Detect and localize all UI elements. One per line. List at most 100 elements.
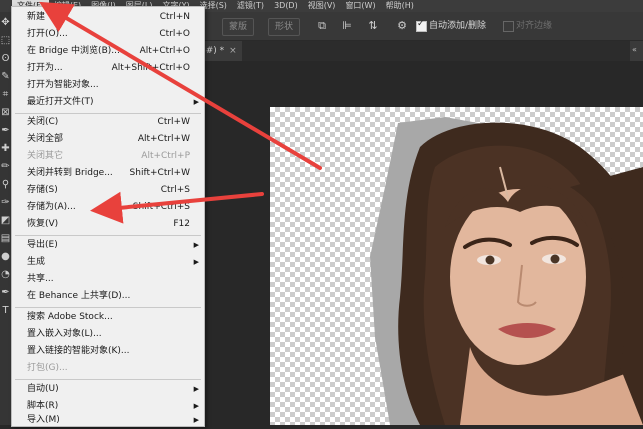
submenu-arrow-icon: ▶	[193, 416, 199, 424]
document-canvas[interactable]	[270, 107, 643, 425]
menu-item-shortcut: Ctrl+N	[159, 12, 190, 22]
menu-item-close-others[interactable]: 关闭其它 Alt+Ctrl+P	[12, 148, 204, 165]
menu-item-shortcut: Alt+Shift+Ctrl+O	[111, 63, 190, 73]
menu-item-label: 置入链接的智能对象(K)...	[27, 346, 130, 356]
submenu-arrow-icon: ▶	[193, 258, 199, 266]
menu-item-label: 存储(S)	[27, 185, 58, 195]
menu-item-label: 打开(O)...	[27, 29, 68, 39]
eyedropper-tool-icon[interactable]: ✒	[0, 124, 11, 138]
menu-window[interactable]: 窗口(W)	[340, 0, 380, 12]
path-arrangement-icon[interactable]: ⇅	[366, 19, 380, 33]
menu-item-recent-files[interactable]: 最近打开文件(T) ▶	[12, 94, 204, 111]
type-tool-icon[interactable]: T	[0, 304, 11, 318]
file-menu-dropdown: 新建 Ctrl+N 打开(O)... Ctrl+O 在 Bridge 中浏览(B…	[11, 6, 205, 427]
menu-item-revert[interactable]: 恢复(V) F12	[12, 216, 204, 233]
menu-item-label: 存储为(A)...	[27, 202, 76, 212]
menu-3d[interactable]: 3D(D)	[269, 0, 303, 12]
close-icon[interactable]: ×	[229, 46, 237, 56]
menu-item-shortcut: Ctrl+O	[159, 29, 190, 39]
menu-item-label: 关闭全部	[27, 134, 64, 144]
path-alignment-icon[interactable]: ⊫	[340, 19, 354, 33]
menu-item-label: 在 Bridge 中浏览(B)...	[27, 46, 120, 56]
menu-item-import[interactable]: 导入(M) ▶	[12, 412, 204, 429]
menu-item-shortcut: F12	[173, 219, 190, 229]
menu-filter[interactable]: 滤镜(T)	[232, 0, 269, 12]
menu-item-open-as[interactable]: 打开为... Alt+Shift+Ctrl+O	[12, 60, 204, 77]
menu-item-search-adobe-stock[interactable]: 搜索 Adobe Stock...	[12, 309, 204, 326]
align-edges-checkbox[interactable]	[503, 21, 514, 32]
menu-item-new[interactable]: 新建 Ctrl+N	[12, 9, 204, 26]
auto-add-delete-label: 自动添加/删除	[429, 21, 487, 31]
menu-item-label: 打开为...	[27, 63, 63, 73]
move-tool-icon[interactable]: ✥	[0, 16, 11, 30]
menu-item-share[interactable]: 共享...	[12, 271, 204, 288]
menu-item-save-as[interactable]: 存储为(A)... Shift+Ctrl+S	[12, 199, 204, 216]
frame-tool-icon[interactable]: ⊠	[0, 106, 11, 120]
submenu-arrow-icon: ▶	[193, 241, 199, 249]
menu-item-share-on-behance[interactable]: 在 Behance 上共享(D)...	[12, 288, 204, 305]
marquee-tool-icon[interactable]: ⬚	[0, 34, 11, 48]
menu-separator	[15, 379, 201, 380]
gradient-tool-icon[interactable]: ▤	[0, 232, 11, 246]
crop-tool-icon[interactable]: ⌗	[0, 88, 11, 102]
submenu-arrow-icon: ▶	[193, 385, 199, 393]
submenu-arrow-icon: ▶	[193, 98, 199, 106]
menu-item-label: 导出(E)	[27, 240, 58, 250]
menu-item-label: 搜索 Adobe Stock...	[27, 312, 113, 322]
menu-item-browse-in-bridge[interactable]: 在 Bridge 中浏览(B)... Alt+Ctrl+O	[12, 43, 204, 60]
lasso-tool-icon[interactable]: ʘ	[0, 52, 11, 66]
menu-item-label: 关闭(C)	[27, 117, 59, 127]
shape-button[interactable]: 形状	[268, 18, 301, 36]
menu-item-shortcut: Shift+Ctrl+S	[132, 202, 190, 212]
menu-item-place-linked[interactable]: 置入链接的智能对象(K)...	[12, 343, 204, 360]
menu-help[interactable]: 帮助(H)	[381, 0, 419, 12]
blur-tool-icon[interactable]: ●	[0, 250, 11, 264]
menu-item-label: 自动(U)	[27, 384, 59, 394]
menu-item-automate[interactable]: 自动(U) ▶	[12, 381, 204, 398]
menu-item-label: 打开为智能对象...	[27, 80, 99, 90]
menu-item-shortcut: Shift+Ctrl+W	[129, 168, 190, 178]
menu-item-close[interactable]: 关闭(C) Ctrl+W	[12, 114, 204, 131]
menu-item-export[interactable]: 导出(E) ▶	[12, 237, 204, 254]
menu-item-generate[interactable]: 生成 ▶	[12, 254, 204, 271]
brush-tool-icon[interactable]: ✏	[0, 160, 11, 174]
chevron-left-icon[interactable]: «	[632, 45, 637, 54]
menu-item-label: 新建	[27, 12, 46, 22]
portrait-image	[370, 117, 643, 425]
menu-item-save[interactable]: 存储(S) Ctrl+S	[12, 182, 204, 199]
clone-stamp-tool-icon[interactable]: ⚲	[0, 178, 11, 192]
menu-item-label: 最近打开文件(T)	[27, 97, 94, 107]
menu-item-label: 共享...	[27, 274, 54, 284]
quick-select-tool-icon[interactable]: ✎	[0, 70, 11, 84]
menu-separator	[15, 307, 201, 308]
menu-item-label: 导入(M)	[27, 415, 60, 425]
menu-item-close-and-go-to-bridge[interactable]: 关闭并转到 Bridge... Shift+Ctrl+W	[12, 165, 204, 182]
menu-item-label: 生成	[27, 257, 46, 267]
menu-item-label: 关闭并转到 Bridge...	[27, 168, 113, 178]
pen-tool-icon[interactable]: ✒	[0, 286, 11, 300]
menu-item-label: 在 Behance 上共享(D)...	[27, 291, 131, 301]
menu-item-shortcut: Alt+Ctrl+W	[137, 134, 190, 144]
history-brush-tool-icon[interactable]: ✑	[0, 196, 11, 210]
eraser-tool-icon[interactable]: ◩	[0, 214, 11, 228]
menu-item-shortcut: Ctrl+S	[160, 185, 190, 195]
menu-item-open[interactable]: 打开(O)... Ctrl+O	[12, 26, 204, 43]
menu-item-shortcut: Ctrl+W	[157, 117, 190, 127]
menu-item-package[interactable]: 打包(G)...	[12, 360, 204, 377]
menu-item-close-all[interactable]: 关闭全部 Alt+Ctrl+W	[12, 131, 204, 148]
dodge-tool-icon[interactable]: ◔	[0, 268, 11, 282]
menu-item-shortcut: Alt+Ctrl+O	[139, 46, 190, 56]
menu-item-label: 恢复(V)	[27, 219, 59, 229]
menu-item-open-as-smart-object[interactable]: 打开为智能对象...	[12, 77, 204, 94]
mask-button[interactable]: 蒙版	[222, 18, 255, 36]
path-operations-icon[interactable]: ⧉	[315, 19, 329, 33]
menu-view[interactable]: 视图(V)	[303, 0, 341, 12]
auto-add-delete-checkbox[interactable]	[416, 19, 427, 32]
healing-brush-tool-icon[interactable]: ✚	[0, 142, 11, 156]
menu-item-label: 打包(G)...	[27, 363, 68, 373]
align-edges-label: 对齐边缘	[516, 21, 553, 31]
gear-icon[interactable]: ⚙	[395, 19, 409, 33]
menu-item-shortcut: Alt+Ctrl+P	[141, 151, 190, 161]
menu-item-label: 置入嵌入对象(L)...	[27, 329, 102, 339]
menu-item-place-embedded[interactable]: 置入嵌入对象(L)...	[12, 326, 204, 343]
